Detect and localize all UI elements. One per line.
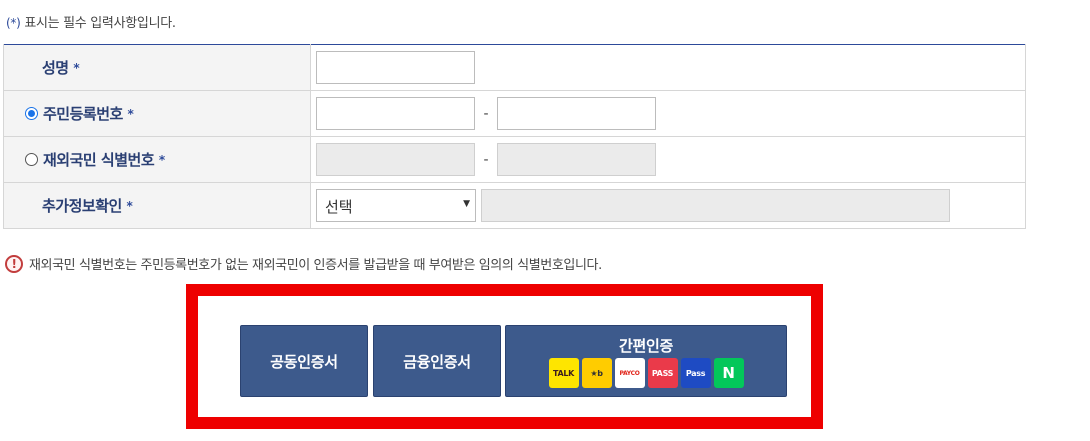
warning-icon: ! [5, 254, 23, 273]
foreign-id-back-input [497, 143, 656, 176]
form-row-foreign-id: 재외국민 식별번호 * - [3, 136, 1026, 183]
rrn-front-input[interactable] [316, 97, 475, 130]
form-row-extra-info: 추가정보확인 * 선택 ▼ [3, 182, 1026, 229]
foreign-id-label: 재외국민 식별번호 [43, 151, 155, 169]
required-note-text: 표시는 필수 입력사항입니다. [24, 16, 176, 31]
kb-bank-icon: ★b [581, 358, 612, 388]
name-input[interactable] [316, 51, 475, 84]
dropdown-arrow-icon: ▼ [463, 199, 470, 209]
select-value: 선택 [325, 198, 353, 216]
extra-info-input [481, 189, 950, 222]
auth-provider-logos: TALK ★b PAYCO PASS Pass N [506, 358, 786, 388]
rrn-field-cell: - [310, 90, 1026, 137]
required-star: * [127, 107, 134, 121]
extra-info-select[interactable]: 선택 ▼ [316, 189, 476, 222]
joint-certificate-label: 공동인증서 [270, 353, 338, 371]
form-row-rrn: 주민등록번호 * - [3, 90, 1026, 137]
required-star: (*) [6, 16, 21, 30]
name-label-cell: 성명 * [3, 44, 311, 91]
form-row-name: 성명 * [3, 44, 1026, 91]
foreign-id-radio[interactable] [25, 153, 38, 166]
dash-separator: - [483, 151, 489, 168]
foreign-label-cell: 재외국민 식별번호 * [3, 136, 311, 183]
notice-text: 재외국민 식별번호는 주민등록번호가 없는 재외국민이 인증서를 발급받을 때 … [29, 258, 602, 273]
joint-certificate-button[interactable]: 공동인증서 [240, 325, 368, 397]
simple-auth-label: 간편인증 [618, 337, 673, 355]
extra-label-cell: 추가정보확인 * [3, 182, 311, 229]
rrn-radio[interactable] [25, 107, 38, 120]
required-fields-note: (*) 표시는 필수 입력사항입니다. [6, 12, 176, 31]
identity-form-table: 성명 * 주민등록번호 * - 재외국민 식별번호 * - 추가정보확인 * 선… [3, 44, 1026, 229]
extra-field-cell: 선택 ▼ [310, 182, 1026, 229]
rrn-label: 주민등록번호 [43, 105, 123, 123]
name-field-cell [310, 44, 1026, 91]
foreign-field-cell: - [310, 136, 1026, 183]
kakao-talk-icon: TALK [548, 358, 579, 388]
financial-certificate-label: 금융인증서 [403, 353, 471, 371]
required-star: * [158, 153, 165, 167]
rrn-label-cell: 주민등록번호 * [3, 90, 311, 137]
payco-icon: PAYCO [614, 358, 645, 388]
dash-separator: - [483, 105, 489, 122]
financial-certificate-button[interactable]: 금융인증서 [373, 325, 501, 397]
pass-icon: PASS [647, 358, 678, 388]
samsung-pass-icon: Pass [680, 358, 711, 388]
required-star: * [73, 61, 80, 75]
naver-icon: N [713, 358, 744, 388]
rrn-back-input[interactable] [497, 97, 656, 130]
extra-info-label: 추가정보확인 [42, 197, 122, 215]
simple-auth-button[interactable]: 간편인증 TALK ★b PAYCO PASS Pass N [505, 325, 787, 397]
name-label: 성명 [42, 59, 69, 77]
required-star: * [126, 199, 133, 213]
foreign-id-notice: ! 재외국민 식별번호는 주민등록번호가 없는 재외국민이 인증서를 발급받을 때… [5, 254, 602, 273]
foreign-id-front-input [316, 143, 475, 176]
